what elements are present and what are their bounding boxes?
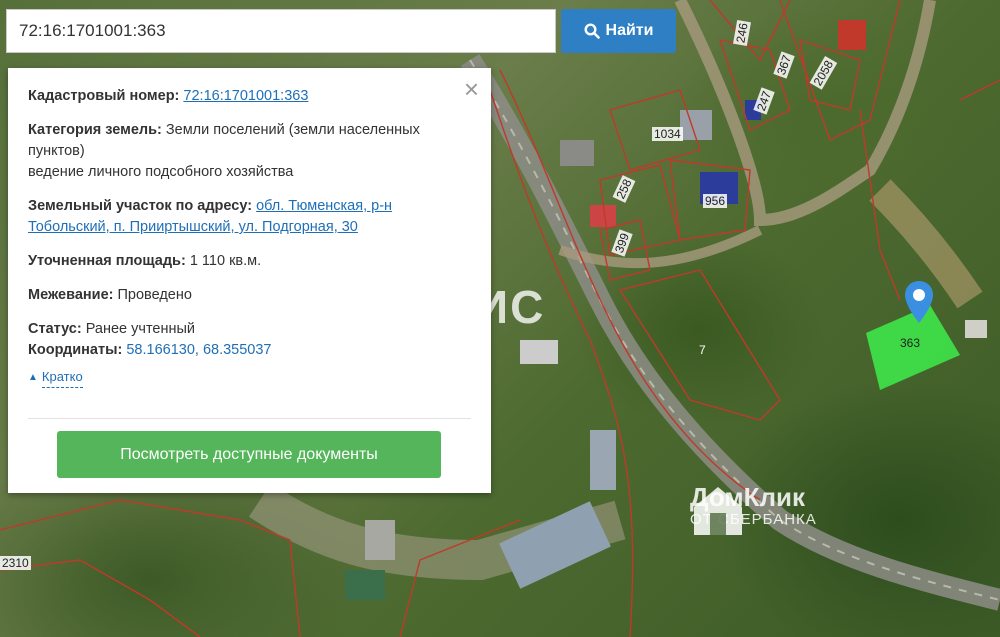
caret-up-icon: ▲ [28,371,38,383]
cadastral-number-link[interactable]: 72:16:1701001:363 [183,88,308,104]
parcel-label: 956 [703,194,728,208]
close-icon[interactable]: × [464,76,479,102]
survey-value: Проведено [117,287,192,303]
land-category-label: Категория земель: [28,122,162,138]
popup-divider [28,418,471,419]
coordinates-label: Координаты: [28,342,123,358]
area-value: 1 110 кв.м. [189,253,262,269]
coordinates-row: Координаты: 58.166130, 68.355037 [28,340,471,361]
collapse-toggle-label: Кратко [41,366,83,388]
search-button-label: Найти [605,22,654,39]
parcel-label: 1034 [652,127,683,141]
search-button[interactable]: Найти [561,9,676,53]
parcel-label: 2310 [0,556,31,570]
collapse-toggle[interactable]: ▲ Кратко [28,366,471,388]
land-use-value: ведение личного подсобного хозяйства [28,164,294,180]
domclick-watermark: ДомКлик ОТ СБЕРБАНКА [690,483,817,535]
area-label: Уточненная площадь: [28,253,186,269]
view-documents-button[interactable]: Посмотреть доступные документы [57,431,441,478]
search-input-value: 72:16:1701001:363 [19,21,166,40]
parcel-label-selected: 363 [900,336,921,350]
status-value: Ранее учтенный [85,321,196,337]
coordinates-value: 58.166130, 68.355037 [126,342,272,358]
view-documents-label: Посмотреть доступные документы [120,446,378,463]
parcel-info-popup: × Кадастровый номер: 72:16:1701001:363 К… [8,68,491,493]
status-label: Статус: [28,321,82,337]
land-category-row: Категория земель: Земли поселений (земли… [28,120,471,183]
cadastral-number-label: Кадастровый номер: [28,88,180,104]
search-icon [584,23,600,39]
survey-row: Межевание: Проведено [28,285,471,306]
survey-label: Межевание: [28,287,114,303]
cadastral-number-row: Кадастровый номер: 72:16:1701001:363 [28,86,471,107]
address-row: Земельный участок по адресу: обл. Тюменс… [28,196,471,238]
address-label: Земельный участок по адресу: [28,198,253,214]
cadastral-search-input[interactable]: 72:16:1701001:363 [6,9,556,53]
parcel-label: 7 [699,343,706,357]
status-row: Статус: Ранее учтенный [28,319,471,340]
area-row: Уточненная площадь: 1 110 кв.м. [28,251,471,272]
domclick-logo-icon [694,487,742,535]
